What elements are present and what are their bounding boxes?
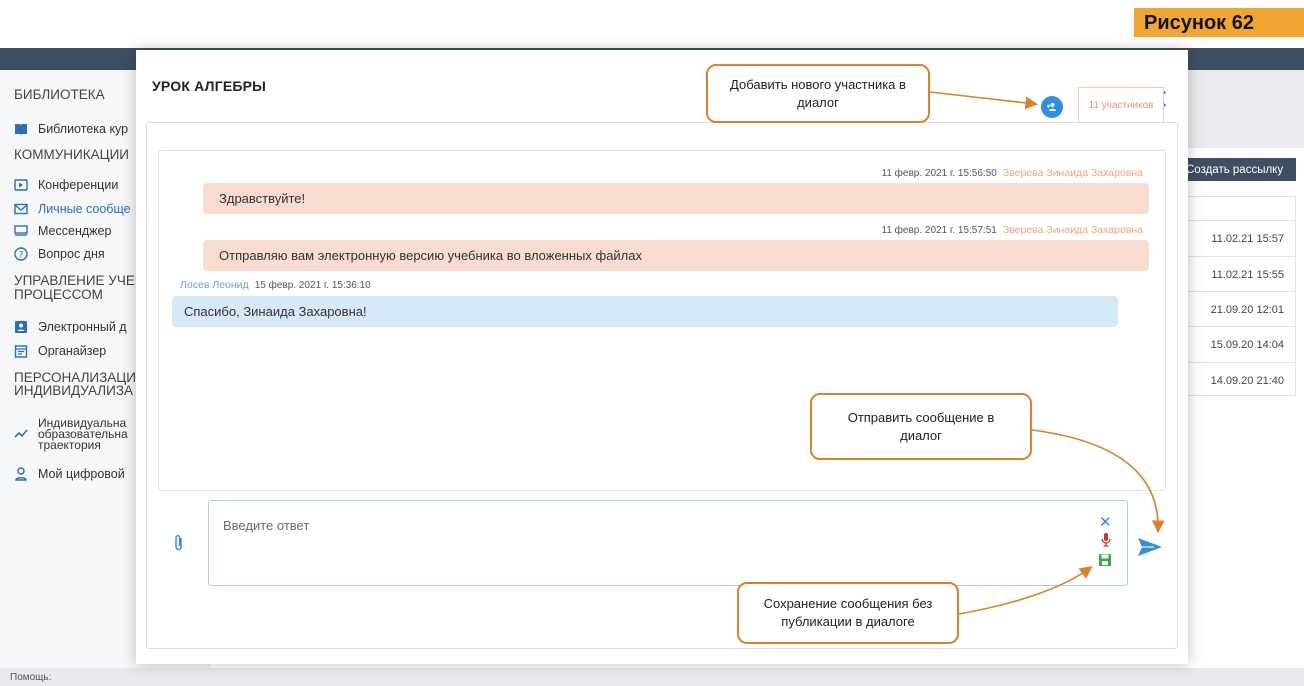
add-participant-button[interactable] (1041, 96, 1063, 118)
table-row[interactable]: 14.09.20 21:40 (1186, 362, 1296, 398)
callout-text-line2: диалог (797, 94, 839, 110)
attach-icon[interactable] (174, 534, 188, 554)
callout-text-line2: публикации в диалоге (781, 614, 915, 629)
journal-icon (14, 320, 28, 334)
participants-button[interactable]: 11 участников (1078, 87, 1164, 123)
user-icon (14, 467, 28, 481)
create-broadcast-button[interactable]: Создать рассылку (1182, 158, 1296, 181)
message-author: Лосев Леонид (180, 279, 249, 291)
trajectory-icon (14, 427, 28, 441)
sidebar-item-label: Органайзер (38, 344, 107, 358)
sidebar-item-label: Конференции (38, 178, 119, 192)
mail-icon (14, 202, 28, 216)
message-author: Зверева Зинаида Захаровна (1002, 224, 1143, 236)
microphone-icon[interactable] (1100, 532, 1112, 548)
chat-icon (14, 224, 28, 238)
callout-add-participant: Добавить нового участника в диалог (706, 64, 930, 123)
callout-text-line1: Добавить нового участника в (730, 76, 906, 92)
table-row[interactable]: 11.02.21 15:57 (1186, 220, 1296, 256)
sidebar-section-learning-management-2: ПРОЦЕССОМ (14, 287, 103, 302)
message-meta: 11 февр. 2021 г. 15:57:51 Зверева Зинаида… (882, 224, 1144, 236)
callout-text-line1: Отправить сообщение в (847, 409, 995, 425)
question-icon: ? (14, 247, 28, 261)
message-author: Зверева Зинаида Захаровна (1002, 167, 1143, 179)
callout-text-line2: диалог (900, 427, 942, 443)
sidebar-item-label-line3: траектория (38, 438, 101, 452)
message-time: 11 февр. 2021 г. 15:57:51 (881, 225, 997, 236)
message-meta: Лосев Леонид 15 февр. 2021 г. 15:36:10 (180, 279, 371, 291)
sidebar-item-messenger[interactable]: Мессенджер (14, 224, 111, 238)
dialog-title: УРОК АЛГЕБРЫ (152, 78, 267, 94)
sidebar-section-learning-management: УПРАВЛЕНИЕ УЧЕБ (14, 273, 144, 288)
message-time: 11 февр. 2021 г. 15:56:50 (881, 168, 997, 179)
sidebar-item-label: Вопрос дня (38, 247, 105, 261)
background-header (1186, 70, 1304, 148)
sidebar-item-e-journal[interactable]: Электронный д (14, 320, 127, 334)
sidebar-item-label: Электронный д (38, 320, 127, 334)
footer-bar: Помощь: (0, 668, 1304, 686)
send-icon[interactable] (1136, 536, 1164, 558)
sidebar-item-library[interactable]: Библиотека кур (14, 122, 128, 136)
reply-input[interactable] (223, 515, 923, 535)
message-meta: 11 февр. 2021 г. 15:56:50 Зверева Зинаида… (882, 167, 1144, 179)
figure-label: Рисунок 62 (1134, 8, 1304, 37)
dialog-modal: УРОК АЛГЕБРЫ ✕ 11 участников 11 февр. 20… (136, 50, 1188, 664)
message-text: Спасибо, Зинаида Захаровна! (184, 304, 367, 319)
message-bubble-outgoing: Отправляю вам электронную версию учебник… (203, 240, 1149, 271)
sidebar-item-label: Мессенджер (38, 224, 112, 238)
table-row[interactable]: 21.09.20 12:01 (1186, 291, 1296, 327)
reply-field-container (208, 500, 1128, 586)
table-row[interactable]: 15.09.20 14:04 (1186, 326, 1296, 362)
clear-icon[interactable]: ✕ (1099, 515, 1112, 530)
footer-help-label: Помощь: (10, 672, 52, 683)
sidebar-section-library: БИБЛИОТЕКА (14, 87, 105, 102)
save-icon[interactable] (1098, 553, 1112, 567)
book-icon (14, 122, 28, 136)
sidebar-item-label: Библиотека кур (38, 122, 129, 136)
video-icon (14, 178, 28, 192)
sidebar-item-digital-profile[interactable]: Мой цифровой (14, 467, 125, 481)
message-bubble-outgoing: Здравствуйте! (203, 183, 1149, 214)
sidebar-item-private-messages[interactable]: Личные сообще (14, 202, 131, 216)
sidebar-item-trajectory[interactable]: Индивидуальна образовательна траектория (14, 417, 128, 452)
table-row[interactable]: 11.02.21 15:55 (1186, 256, 1296, 292)
callout-save-draft: Сохранение сообщения без публикации в ди… (737, 582, 959, 644)
add-user-icon (1047, 103, 1056, 111)
sidebar-item-conferences[interactable]: Конференции (14, 178, 118, 192)
sidebar-section-communications: КОММУНИКАЦИИ (14, 147, 129, 162)
sidebar-section-individualization: ИНДИВИДУАЛИЗА (14, 383, 133, 398)
message-bubble-incoming: Спасибо, Зинаида Захаровна! (172, 296, 1118, 327)
message-time: 15 февр. 2021 г. 15:36:10 (254, 280, 371, 291)
sidebar-item-label: Личные сообще (38, 202, 131, 216)
callout-send-message: Отправить сообщение в диалог (810, 393, 1032, 460)
sidebar-item-organizer[interactable]: Органайзер (14, 344, 106, 358)
sidebar-item-question-of-day[interactable]: ? Вопрос дня (14, 247, 105, 261)
calendar-icon (14, 344, 28, 358)
svg-text:?: ? (19, 251, 24, 261)
sidebar-item-label: Мой цифровой (38, 467, 125, 481)
callout-text-line1: Сохранение сообщения без (763, 596, 933, 611)
message-text: Здравствуйте! (219, 191, 306, 206)
message-text: Отправляю вам электронную версию учебник… (219, 248, 643, 263)
